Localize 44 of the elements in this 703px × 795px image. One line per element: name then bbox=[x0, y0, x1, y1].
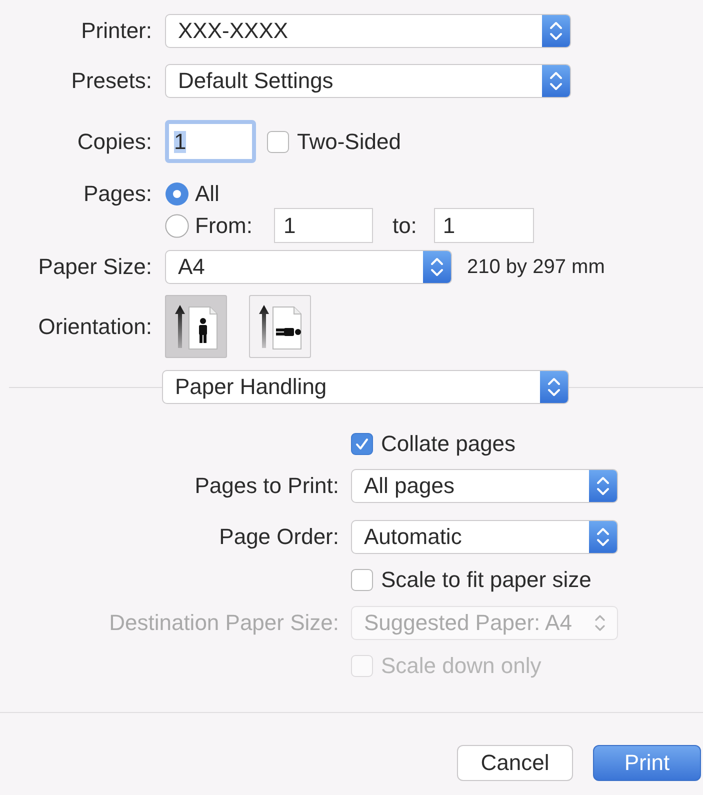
field-label: Pages: bbox=[84, 183, 152, 205]
field-label: Printer: bbox=[81, 20, 152, 42]
checkbox-option[interactable]: Two-Sided bbox=[267, 130, 401, 152]
radio-icon[interactable] bbox=[165, 182, 189, 206]
checkbox-option: Scale down only bbox=[351, 655, 542, 677]
field-label: Presets: bbox=[71, 70, 152, 92]
dropdown[interactable]: XXX-XXXX bbox=[165, 14, 571, 48]
dropdown[interactable]: All pages bbox=[351, 469, 618, 503]
up-down-arrows-icon bbox=[540, 371, 568, 403]
radio-option[interactable]: From: bbox=[165, 214, 252, 238]
landscape-icon bbox=[257, 304, 303, 350]
paper-dimensions-text: 210 by 297 mm bbox=[467, 256, 605, 278]
field-label: Page Order: bbox=[219, 526, 339, 548]
dropdown: Suggested Paper: A4 bbox=[351, 606, 618, 640]
text-field[interactable]: 1 bbox=[274, 208, 374, 243]
field-label: Destination Paper Size: bbox=[109, 612, 339, 634]
dropdown[interactable]: Paper Handling bbox=[162, 370, 569, 404]
up-down-arrows-icon bbox=[589, 521, 617, 553]
secondary-button[interactable]: Cancel bbox=[457, 745, 573, 781]
checkbox-option[interactable]: Collate pages bbox=[351, 433, 516, 455]
dropdown[interactable]: Automatic bbox=[351, 520, 618, 554]
field-label: Orientation: bbox=[38, 316, 152, 338]
radio-option[interactable]: All bbox=[165, 182, 220, 206]
up-down-arrows-icon bbox=[589, 470, 617, 502]
field-label: Pages to Print: bbox=[194, 475, 339, 497]
orientation-button[interactable] bbox=[165, 295, 227, 358]
up-down-arrows-icon bbox=[423, 251, 451, 283]
checkbox-option[interactable]: Scale to fit paper size bbox=[351, 569, 592, 591]
field-label: Paper Size: bbox=[38, 256, 152, 278]
field-label: to: bbox=[392, 214, 417, 236]
dropdown[interactable]: A4 bbox=[165, 250, 452, 284]
checkbox-icon[interactable] bbox=[267, 130, 289, 152]
up-down-arrows-icon bbox=[542, 15, 570, 47]
radio-icon[interactable] bbox=[165, 214, 189, 238]
up-down-arrows-icon bbox=[542, 65, 570, 97]
checkbox-icon[interactable] bbox=[351, 569, 373, 591]
up-down-arrows-icon bbox=[593, 612, 607, 634]
text-field[interactable]: 1 bbox=[434, 208, 534, 243]
portrait-icon bbox=[173, 304, 219, 350]
orientation-button[interactable] bbox=[249, 295, 311, 358]
dropdown[interactable]: Default Settings bbox=[165, 64, 571, 98]
checkbox-icon[interactable] bbox=[351, 433, 373, 455]
text-field[interactable]: 1 bbox=[165, 120, 256, 163]
field-label: Copies: bbox=[77, 130, 152, 152]
